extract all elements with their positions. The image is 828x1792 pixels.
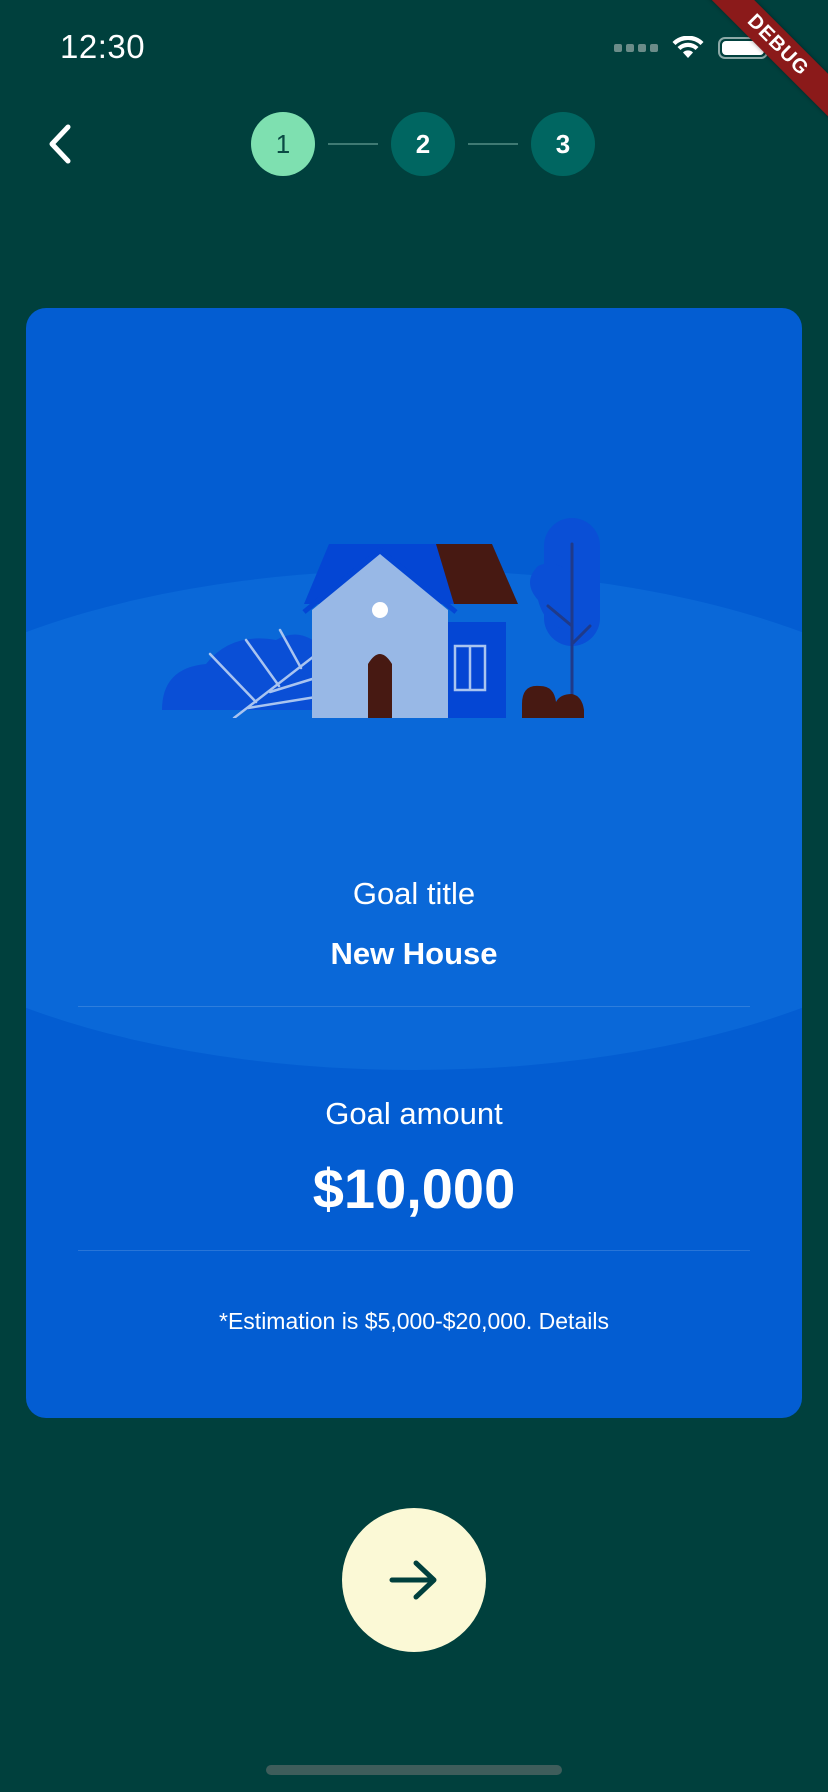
goal-title-value[interactable]: New House [26,936,802,972]
step-connector [328,143,378,145]
step-3[interactable]: 3 [531,112,595,176]
divider [78,1250,750,1251]
cellular-signal-icon [614,44,658,52]
home-indicator[interactable] [266,1765,562,1775]
goal-title-label: Goal title [352,876,476,911]
divider [78,1006,750,1007]
chevron-left-icon [49,124,71,164]
step-indicator: 1 2 3 [251,112,595,176]
goal-setup-screen: 12:30 DEBUG 1 2 3 Goal title New House G… [0,0,828,1792]
debug-banner: DEBUG [696,0,828,127]
goal-amount-label: Goal amount [325,1096,503,1131]
next-button[interactable] [342,1508,486,1652]
step-2[interactable]: 2 [391,112,455,176]
status-time: 12:30 [60,28,146,65]
arrow-right-icon [389,1560,437,1600]
status-icons [614,36,772,60]
back-button[interactable] [34,114,84,174]
house-illustration [162,518,600,718]
goal-card: Goal title New House Goal amount $10,000… [26,308,802,1418]
wifi-icon [672,36,704,58]
estimation-details-link[interactable]: *Estimation is $5,000-$20,000. Details [26,1308,802,1335]
step-1[interactable]: 1 [251,112,315,176]
goal-amount-value[interactable]: $10,000 [26,1156,802,1221]
step-connector [468,143,518,145]
